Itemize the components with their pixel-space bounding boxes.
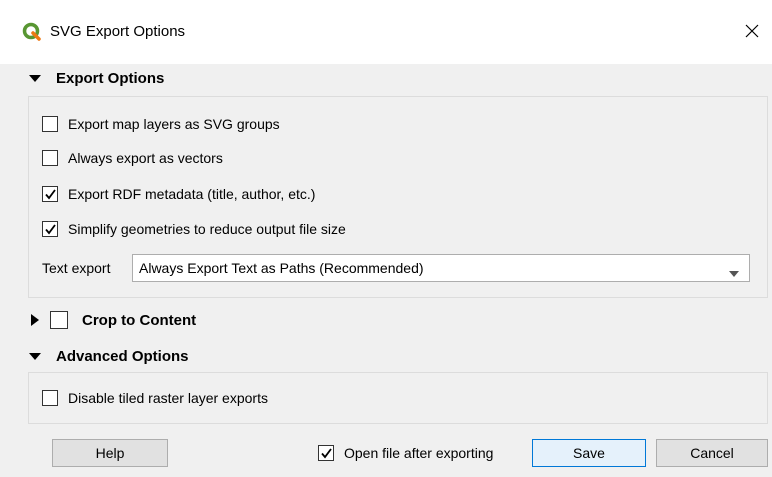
export-rdf-metadata-option[interactable]: Export RDF metadata (title, author, etc.…: [42, 183, 315, 205]
crop-to-content-label: Crop to Content: [82, 311, 197, 329]
crop-to-content-checkbox[interactable]: [50, 311, 68, 329]
always-export-vectors-label: Always export as vectors: [68, 150, 223, 166]
checkmark-icon: [44, 188, 56, 199]
crop-to-content-header[interactable]: Crop to Content: [28, 309, 196, 331]
export-options-header[interactable]: Export Options: [28, 67, 164, 89]
help-button[interactable]: Help: [52, 439, 168, 467]
text-export-value: Always Export Text as Paths (Recommended…: [139, 260, 424, 276]
close-button[interactable]: [732, 12, 772, 52]
simplify-geometries-label: Simplify geometries to reduce output fil…: [68, 221, 346, 237]
always-export-vectors-checkbox[interactable]: [42, 150, 58, 166]
open-after-exporting-label: Open file after exporting: [344, 445, 494, 461]
checkmark-icon: [320, 447, 332, 458]
qgis-logo-icon: [22, 22, 42, 42]
advanced-options-title: Advanced Options: [56, 347, 189, 365]
export-options-title: Export Options: [56, 69, 165, 87]
save-button[interactable]: Save: [532, 439, 646, 467]
close-icon: [745, 24, 759, 41]
disable-tiled-raster-option[interactable]: Disable tiled raster layer exports: [42, 387, 268, 409]
export-layers-as-groups-option[interactable]: Export map layers as SVG groups: [42, 113, 280, 135]
cancel-button[interactable]: Cancel: [656, 439, 768, 467]
simplify-geometries-option[interactable]: Simplify geometries to reduce output fil…: [42, 218, 346, 240]
cancel-button-label: Cancel: [690, 445, 734, 461]
export-rdf-metadata-checkbox[interactable]: [42, 186, 58, 202]
save-button-label: Save: [573, 445, 605, 461]
dropdown-arrow-icon: [729, 265, 739, 277]
advanced-options-header[interactable]: Advanced Options: [28, 345, 189, 367]
open-after-exporting-checkbox[interactable]: [318, 445, 334, 461]
export-layers-as-groups-checkbox[interactable]: [42, 116, 58, 132]
export-layers-as-groups-label: Export map layers as SVG groups: [68, 116, 280, 132]
open-after-exporting-option[interactable]: Open file after exporting: [318, 442, 493, 464]
collapse-arrow-icon: [28, 71, 42, 85]
collapse-arrow-icon: [28, 349, 42, 363]
always-export-vectors-option[interactable]: Always export as vectors: [42, 147, 223, 169]
text-export-select[interactable]: Always Export Text as Paths (Recommended…: [132, 254, 750, 282]
window-title: SVG Export Options: [50, 23, 186, 40]
export-rdf-metadata-label: Export RDF metadata (title, author, etc.…: [68, 186, 316, 202]
simplify-geometries-checkbox[interactable]: [42, 221, 58, 237]
disable-tiled-raster-checkbox[interactable]: [42, 390, 58, 406]
checkmark-icon: [44, 223, 56, 234]
text-export-label: Text export: [42, 260, 111, 276]
help-button-label: Help: [95, 445, 125, 461]
title-bar: SVG Export Options: [0, 0, 772, 64]
disable-tiled-raster-label: Disable tiled raster layer exports: [68, 390, 268, 406]
expand-arrow-icon: [28, 313, 42, 327]
